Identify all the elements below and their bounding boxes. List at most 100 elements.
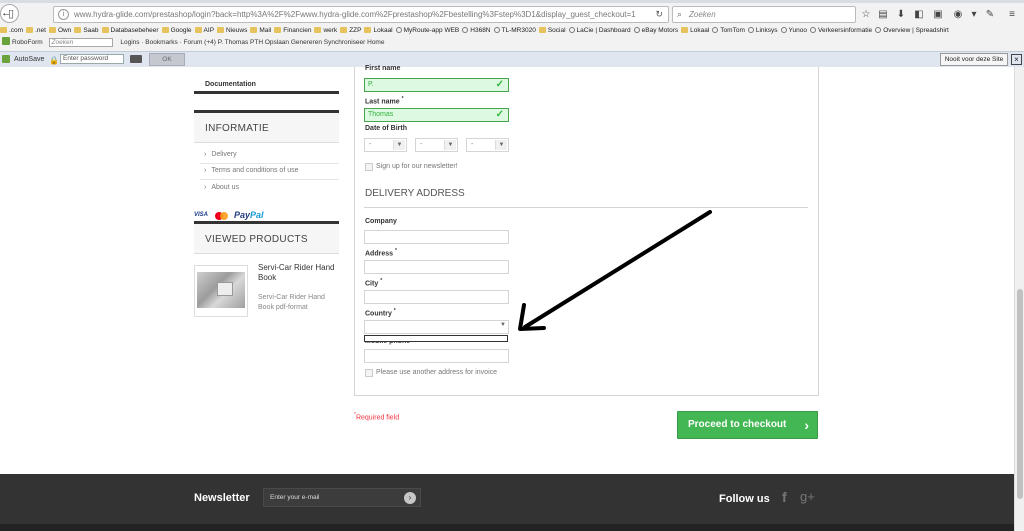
identity-p-thomas[interactable]: P. Thomas	[218, 39, 248, 46]
bookmark-label[interactable]: Lokaal	[373, 27, 392, 34]
bookmark-label[interactable]: TomTom	[720, 27, 745, 34]
sidebar-link-delivery[interactable]: › Delivery	[204, 151, 237, 158]
bookmark-item[interactable]: TomTom	[712, 25, 745, 37]
bookmark-item[interactable]: Own	[48, 25, 71, 37]
bookmark-label[interactable]: Own	[58, 27, 71, 34]
sidebar-link-label[interactable]: Terms and conditions of use	[211, 167, 298, 174]
bookmark-label[interactable]: Social	[548, 27, 566, 34]
bookmark-item[interactable]: Google	[161, 25, 192, 37]
bookmark-item[interactable]: Lokaal	[681, 25, 709, 37]
chevron-down-icon[interactable]: ▼	[444, 140, 456, 150]
bookmark-label[interactable]: Verkeersinformatie	[818, 27, 872, 34]
bookmark-item[interactable]: Overview | Spreadshirt	[875, 25, 949, 37]
close-icon[interactable]: ×	[1011, 54, 1022, 65]
newsletter-email-input[interactable]: Enter your e-mail ›	[263, 488, 421, 507]
forum-link[interactable]: Forum (+4)	[184, 39, 216, 46]
bookmark-label[interactable]: LaCie | Dashboard	[577, 27, 631, 34]
dob-month-value[interactable]: -	[420, 141, 422, 148]
sync-button[interactable]: Synchroniseer	[324, 39, 366, 46]
bookmark-label[interactable]: Google	[171, 27, 192, 34]
facebook-icon[interactable]: f	[782, 489, 787, 505]
google-plus-icon[interactable]: g+	[800, 489, 815, 504]
bookmark-item[interactable]: .net	[26, 25, 46, 37]
sidebar-link-label[interactable]: About us	[211, 184, 239, 191]
bookmark-item[interactable]: Mail	[250, 25, 271, 37]
bookmark-label[interactable]: .net	[35, 27, 46, 34]
brush-icon[interactable]: ✎	[983, 9, 997, 21]
bookmark-label[interactable]: TL-MR3020	[502, 27, 536, 34]
invoice-address-checkbox[interactable]	[365, 369, 373, 377]
newsletter-label[interactable]: Sign up for our newsletter!	[376, 163, 458, 170]
bookmark-label[interactable]: .com	[9, 27, 23, 34]
bookmark-star-icon[interactable]: ☆	[859, 9, 873, 21]
addon-icon[interactable]: ◉	[951, 9, 965, 21]
identity-pth[interactable]: PTH	[250, 39, 263, 46]
bookmark-label[interactable]: werk	[323, 27, 337, 34]
dob-month-select[interactable]: - ▼	[415, 138, 458, 152]
bookmark-item[interactable]: Verkeersinformatie	[809, 25, 872, 37]
dob-day-value[interactable]: -	[369, 141, 371, 148]
submit-arrow-icon[interactable]: ›	[404, 492, 416, 504]
dropdown-icon[interactable]: ▾	[967, 9, 981, 21]
bookmark-item[interactable]: Financien	[274, 25, 311, 37]
first-name-value[interactable]: P.	[368, 81, 374, 88]
checkout-button-label[interactable]: Proceed to checkout	[688, 419, 786, 430]
bookmark-label[interactable]: Overview | Spreadshirt	[883, 27, 949, 34]
password-input[interactable]: Enter password	[60, 54, 124, 64]
logins-menu[interactable]: Logins	[120, 39, 139, 46]
documentation-link[interactable]: Documentation	[205, 81, 256, 88]
email-placeholder[interactable]: Enter your e-mail	[270, 494, 320, 501]
generate-button[interactable]: Genereren	[291, 39, 322, 46]
home-icon[interactable]	[6, 7, 20, 21]
bookmark-item[interactable]: Linksys	[747, 25, 778, 37]
company-input[interactable]	[364, 230, 509, 244]
bookmark-item[interactable]: Social	[538, 25, 566, 37]
page-scrollbar[interactable]	[1014, 67, 1024, 531]
bookmark-item[interactable]: .com	[0, 25, 23, 37]
roboform-search-input[interactable]: Zoeken	[48, 38, 113, 47]
chevron-down-icon[interactable]: ▼	[393, 140, 405, 150]
address-input[interactable]	[364, 260, 509, 274]
sidebar-link-terms[interactable]: › Terms and conditions of use	[204, 167, 299, 174]
home-button[interactable]: Home	[367, 39, 384, 46]
search-bar[interactable]: ⌕ Zoeken	[672, 6, 856, 23]
ok-button[interactable]: OK	[149, 53, 185, 66]
bookmark-label[interactable]: Financien	[283, 27, 311, 34]
never-for-site-button[interactable]: Nooit voor deze Site	[940, 53, 1008, 66]
bookmark-item[interactable]: eBay Motors	[633, 25, 678, 37]
download-icon[interactable]: ⬇	[894, 9, 908, 21]
bookmark-item[interactable]: Yunoo	[780, 25, 807, 37]
url-text[interactable]: www.hydra-glide.com/prestashop/login?bac…	[74, 10, 644, 19]
bookmark-label[interactable]: Saab	[83, 27, 98, 34]
bookmark-item[interactable]: ZZP	[340, 25, 361, 37]
dob-year-value[interactable]: -	[471, 141, 473, 148]
bookmark-label[interactable]: Lokaal	[690, 27, 709, 34]
menu-icon[interactable]: ≡	[1005, 9, 1019, 21]
sidebar-documentation[interactable]: Documentation	[194, 67, 339, 94]
bookmark-label[interactable]: Nieuws	[226, 27, 247, 34]
bookmark-label[interactable]: Yunoo	[789, 27, 807, 34]
bookmark-label[interactable]: Linksys	[756, 27, 778, 34]
bookmarks-menu[interactable]: Bookmarks	[145, 39, 178, 46]
save-button[interactable]: Opslaan	[265, 39, 289, 46]
bookmark-item[interactable]: AIP	[194, 25, 214, 37]
dob-day-select[interactable]: - ▼	[364, 138, 407, 152]
mobile-phone-input[interactable]	[364, 349, 509, 363]
bookmark-item[interactable]: Databasebeheer	[101, 25, 159, 37]
bookmark-label[interactable]: Mail	[259, 27, 271, 34]
roboform-menu[interactable]: RoboForm	[12, 39, 43, 46]
bookmark-item[interactable]: werk	[314, 25, 337, 37]
proceed-to-checkout-button[interactable]: Proceed to checkout ›	[677, 411, 818, 439]
bookmark-label[interactable]: AIP	[204, 27, 214, 34]
dob-year-select[interactable]: - ▼	[466, 138, 509, 152]
country-dropdown-list[interactable]	[364, 335, 508, 342]
sidebar-link-about[interactable]: › About us	[204, 184, 239, 191]
chevron-down-icon[interactable]: ▼	[495, 140, 507, 150]
city-input[interactable]	[364, 290, 509, 304]
sidebar-link-label[interactable]: Delivery	[211, 151, 236, 158]
bookmark-item[interactable]: Saab	[74, 25, 99, 37]
product-title-link[interactable]: Servi-Car Rider Hand Book	[258, 263, 340, 283]
bookmark-label[interactable]: MyRoute-app WEB	[404, 27, 460, 34]
scrollbar-thumb[interactable]	[1017, 289, 1023, 499]
bookmark-item[interactable]: LaCie | Dashboard	[568, 25, 631, 37]
